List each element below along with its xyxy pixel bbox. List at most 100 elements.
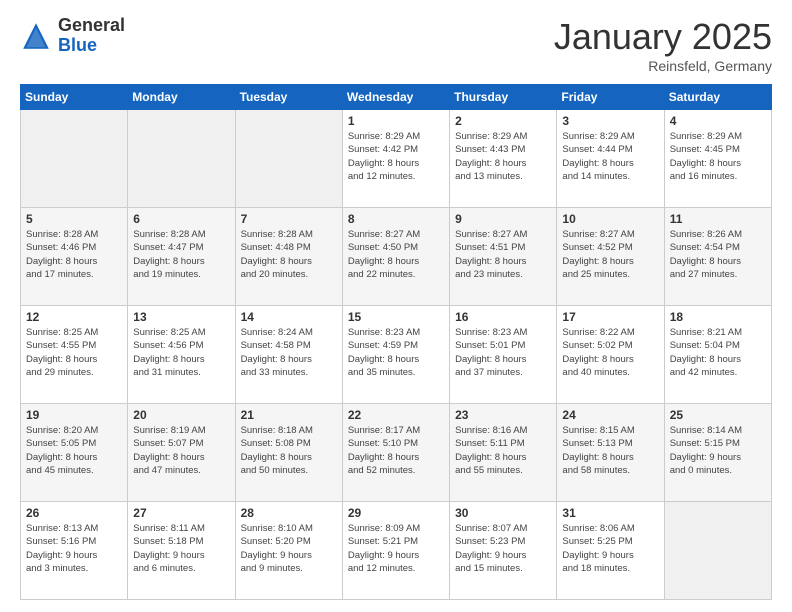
- day-number: 19: [26, 408, 122, 422]
- day-info: Sunrise: 8:29 AMSunset: 4:45 PMDaylight:…: [670, 130, 766, 183]
- day-number: 23: [455, 408, 551, 422]
- calendar-cell: 6 Sunrise: 8:28 AMSunset: 4:47 PMDaylight…: [128, 208, 235, 306]
- title-block: January 2025 Reinsfeld, Germany: [554, 16, 772, 74]
- day-info: Sunrise: 8:25 AMSunset: 4:56 PMDaylight:…: [133, 326, 229, 379]
- day-number: 28: [241, 506, 337, 520]
- day-number: 3: [562, 114, 658, 128]
- logo-text: General Blue: [58, 16, 125, 56]
- day-info: Sunrise: 8:27 AMSunset: 4:51 PMDaylight:…: [455, 228, 551, 281]
- day-number: 6: [133, 212, 229, 226]
- day-number: 24: [562, 408, 658, 422]
- day-info: Sunrise: 8:13 AMSunset: 5:16 PMDaylight:…: [26, 522, 122, 575]
- day-number: 31: [562, 506, 658, 520]
- calendar-cell: 30Sunrise: 8:07 AMSunset: 5:23 PMDayligh…: [450, 502, 557, 600]
- day-number: 20: [133, 408, 229, 422]
- col-sunday: Sunday: [21, 85, 128, 110]
- calendar-cell: 17Sunrise: 8:22 AMSunset: 5:02 PMDayligh…: [557, 306, 664, 404]
- day-number: 12: [26, 310, 122, 324]
- logo-blue-text: Blue: [58, 36, 125, 56]
- week-row-5: 26 Sunrise: 8:13 AMSunset: 5:16 PMDayligh…: [21, 502, 772, 600]
- week-row-3: 12 Sunrise: 8:25 AMSunset: 4:55 PMDayligh…: [21, 306, 772, 404]
- logo-icon: [20, 20, 52, 52]
- calendar-cell: 20 Sunrise: 8:19 AMSunset: 5:07 PMDayligh…: [128, 404, 235, 502]
- day-info: Sunrise: 8:23 AMSunset: 4:59 PMDaylight:…: [348, 326, 444, 379]
- calendar-cell: 22 Sunrise: 8:17 AMSunset: 5:10 PMDayligh…: [342, 404, 449, 502]
- day-info: Sunrise: 8:29 AMSunset: 4:42 PMDaylight:…: [348, 130, 444, 183]
- col-wednesday: Wednesday: [342, 85, 449, 110]
- day-info: Sunrise: 8:27 AMSunset: 4:52 PMDaylight:…: [562, 228, 658, 281]
- calendar-cell: 27 Sunrise: 8:11 AMSunset: 5:18 PMDayligh…: [128, 502, 235, 600]
- week-row-2: 5Sunrise: 8:28 AMSunset: 4:46 PMDaylight…: [21, 208, 772, 306]
- day-info: Sunrise: 8:22 AMSunset: 5:02 PMDaylight:…: [562, 326, 658, 379]
- day-info: Sunrise: 8:09 AMSunset: 5:21 PMDaylight:…: [348, 522, 444, 575]
- logo-general-text: General: [58, 16, 125, 36]
- day-number: 16: [455, 310, 551, 324]
- col-friday: Friday: [557, 85, 664, 110]
- col-tuesday: Tuesday: [235, 85, 342, 110]
- calendar-cell: 23 Sunrise: 8:16 AMSunset: 5:11 PMDayligh…: [450, 404, 557, 502]
- day-number: 4: [670, 114, 766, 128]
- calendar-body: 1 Sunrise: 8:29 AMSunset: 4:42 PMDaylight…: [21, 110, 772, 600]
- day-info: Sunrise: 8:06 AMSunset: 5:25 PMDaylight:…: [562, 522, 658, 575]
- col-thursday: Thursday: [450, 85, 557, 110]
- day-info: Sunrise: 8:16 AMSunset: 5:11 PMDaylight:…: [455, 424, 551, 477]
- calendar-cell: 11Sunrise: 8:26 AMSunset: 4:54 PMDayligh…: [664, 208, 771, 306]
- day-info: Sunrise: 8:27 AMSunset: 4:50 PMDaylight:…: [348, 228, 444, 281]
- day-number: 25: [670, 408, 766, 422]
- calendar-cell: 5Sunrise: 8:28 AMSunset: 4:46 PMDaylight…: [21, 208, 128, 306]
- day-info: Sunrise: 8:10 AMSunset: 5:20 PMDaylight:…: [241, 522, 337, 575]
- day-info: Sunrise: 8:14 AMSunset: 5:15 PMDaylight:…: [670, 424, 766, 477]
- day-number: 8: [348, 212, 444, 226]
- calendar-table: Sunday Monday Tuesday Wednesday Thursday…: [20, 84, 772, 600]
- day-info: Sunrise: 8:11 AMSunset: 5:18 PMDaylight:…: [133, 522, 229, 575]
- calendar-header-row: Sunday Monday Tuesday Wednesday Thursday…: [21, 85, 772, 110]
- logo: General Blue: [20, 16, 125, 56]
- day-info: Sunrise: 8:15 AMSunset: 5:13 PMDaylight:…: [562, 424, 658, 477]
- col-saturday: Saturday: [664, 85, 771, 110]
- day-info: Sunrise: 8:26 AMSunset: 4:54 PMDaylight:…: [670, 228, 766, 281]
- day-number: 1: [348, 114, 444, 128]
- calendar-cell: 10 Sunrise: 8:27 AMSunset: 4:52 PMDayligh…: [557, 208, 664, 306]
- calendar-cell: 8 Sunrise: 8:27 AMSunset: 4:50 PMDaylight…: [342, 208, 449, 306]
- day-info: Sunrise: 8:28 AMSunset: 4:47 PMDaylight:…: [133, 228, 229, 281]
- day-number: 26: [26, 506, 122, 520]
- calendar-cell: 4 Sunrise: 8:29 AMSunset: 4:45 PMDaylight…: [664, 110, 771, 208]
- day-info: Sunrise: 8:25 AMSunset: 4:55 PMDaylight:…: [26, 326, 122, 379]
- day-info: Sunrise: 8:17 AMSunset: 5:10 PMDaylight:…: [348, 424, 444, 477]
- calendar-cell: [664, 502, 771, 600]
- calendar-cell: 21 Sunrise: 8:18 AMSunset: 5:08 PMDayligh…: [235, 404, 342, 502]
- day-info: Sunrise: 8:20 AMSunset: 5:05 PMDaylight:…: [26, 424, 122, 477]
- day-number: 9: [455, 212, 551, 226]
- week-row-1: 1 Sunrise: 8:29 AMSunset: 4:42 PMDaylight…: [21, 110, 772, 208]
- day-info: Sunrise: 8:19 AMSunset: 5:07 PMDaylight:…: [133, 424, 229, 477]
- day-number: 13: [133, 310, 229, 324]
- calendar-cell: 1 Sunrise: 8:29 AMSunset: 4:42 PMDaylight…: [342, 110, 449, 208]
- day-number: 27: [133, 506, 229, 520]
- calendar-cell: 26 Sunrise: 8:13 AMSunset: 5:16 PMDayligh…: [21, 502, 128, 600]
- day-info: Sunrise: 8:23 AMSunset: 5:01 PMDaylight:…: [455, 326, 551, 379]
- calendar-cell: 24 Sunrise: 8:15 AMSunset: 5:13 PMDayligh…: [557, 404, 664, 502]
- day-info: Sunrise: 8:21 AMSunset: 5:04 PMDaylight:…: [670, 326, 766, 379]
- calendar-cell: 9 Sunrise: 8:27 AMSunset: 4:51 PMDaylight…: [450, 208, 557, 306]
- day-info: Sunrise: 8:18 AMSunset: 5:08 PMDaylight:…: [241, 424, 337, 477]
- day-number: 29: [348, 506, 444, 520]
- calendar-cell: 25 Sunrise: 8:14 AMSunset: 5:15 PMDayligh…: [664, 404, 771, 502]
- day-number: 10: [562, 212, 658, 226]
- day-number: 5: [26, 212, 122, 226]
- calendar-cell: 18Sunrise: 8:21 AMSunset: 5:04 PMDayligh…: [664, 306, 771, 404]
- page: General Blue January 2025 Reinsfeld, Ger…: [0, 0, 792, 612]
- calendar-cell: 29 Sunrise: 8:09 AMSunset: 5:21 PMDayligh…: [342, 502, 449, 600]
- calendar-cell: 16 Sunrise: 8:23 AMSunset: 5:01 PMDayligh…: [450, 306, 557, 404]
- calendar-cell: [128, 110, 235, 208]
- header: General Blue January 2025 Reinsfeld, Ger…: [20, 16, 772, 74]
- calendar-cell: 31 Sunrise: 8:06 AMSunset: 5:25 PMDayligh…: [557, 502, 664, 600]
- day-info: Sunrise: 8:29 AMSunset: 4:43 PMDaylight:…: [455, 130, 551, 183]
- day-number: 14: [241, 310, 337, 324]
- day-number: 15: [348, 310, 444, 324]
- calendar-cell: [235, 110, 342, 208]
- day-number: 21: [241, 408, 337, 422]
- calendar-cell: 3 Sunrise: 8:29 AMSunset: 4:44 PMDaylight…: [557, 110, 664, 208]
- day-number: 22: [348, 408, 444, 422]
- day-info: Sunrise: 8:28 AMSunset: 4:48 PMDaylight:…: [241, 228, 337, 281]
- day-info: Sunrise: 8:29 AMSunset: 4:44 PMDaylight:…: [562, 130, 658, 183]
